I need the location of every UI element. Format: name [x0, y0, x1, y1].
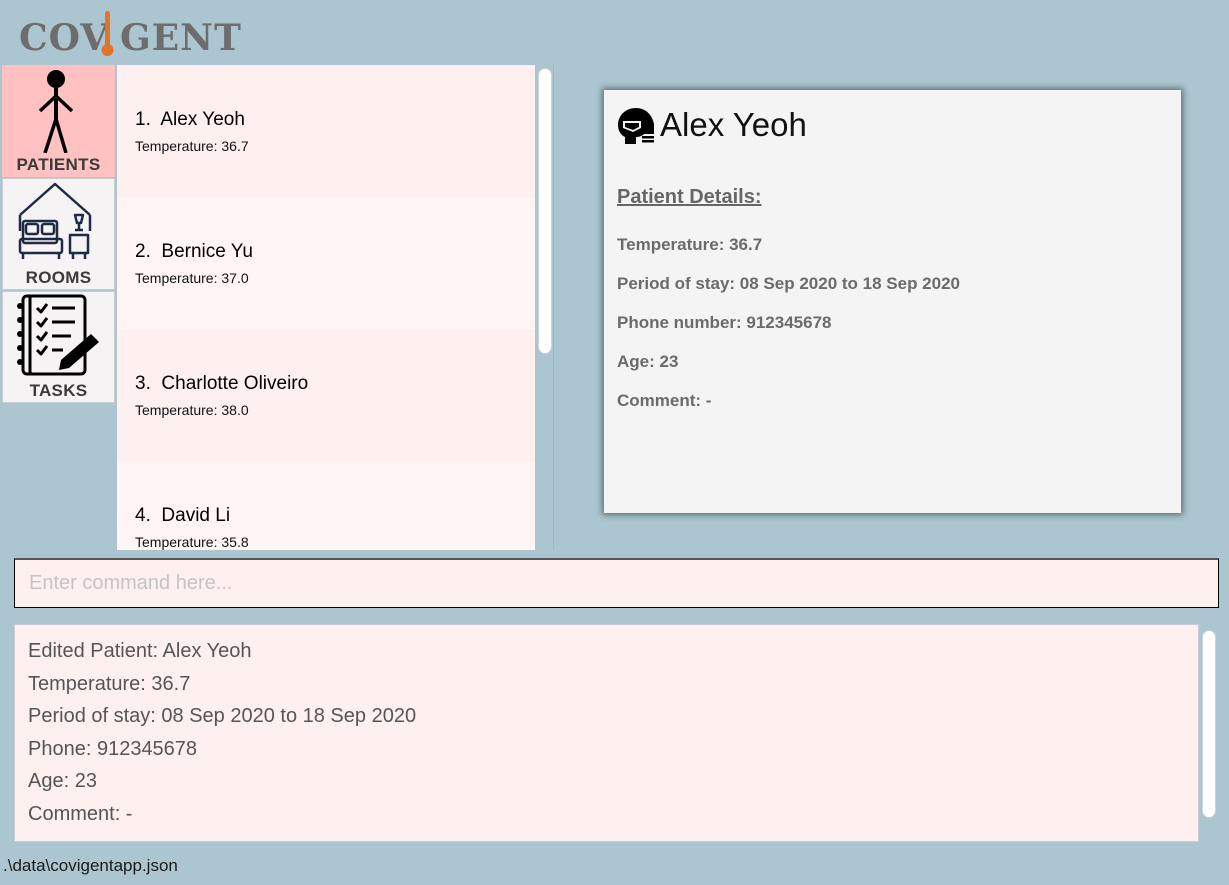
result-line: Age: 23: [28, 770, 97, 792]
thermometer-icon: [101, 11, 114, 56]
detail-heading: Patient Details:: [617, 186, 762, 208]
result-line: Edited Patient: Alex Yeoh: [28, 640, 252, 662]
person-icon: [38, 70, 74, 153]
detail-patient-name: Alex Yeoh: [660, 106, 807, 143]
bed-room-icon: [18, 182, 92, 259]
patient-card[interactable]: 2. Bernice Yu Temperature: 37.0: [117, 197, 535, 329]
patient-temperature: Temperature: 36.7: [135, 138, 249, 154]
detail-comment: Comment: -: [617, 391, 712, 410]
patient-card-name: 1. Alex Yeoh: [135, 109, 245, 131]
patient-name: Charlotte Oliveiro: [161, 373, 309, 394]
status-bar-file-path: .\data\covigentapp.json: [3, 856, 178, 875]
result-display: Edited Patient: Alex Yeoh Temperature: 3…: [14, 624, 1199, 842]
patient-index: 2.: [135, 241, 151, 262]
logo-text-left: COV: [19, 17, 110, 59]
patient-detail-card: Alex Yeoh Patient Details: Temperature: …: [604, 90, 1181, 513]
result-line: Period of stay: 08 Sep 2020 to 18 Sep 20…: [28, 705, 417, 727]
patient-card-name: 3. Charlotte Oliveiro: [135, 373, 308, 395]
result-line: Temperature: 36.7: [28, 672, 191, 695]
patient-list-scrollbar[interactable]: [538, 68, 552, 354]
result-line: Comment: -: [28, 802, 133, 825]
tab-rooms-label: ROOMS: [25, 268, 92, 287]
patient-list[interactable]: 1. Alex Yeoh Temperature: 36.7 2. Bernic…: [117, 65, 535, 550]
result-line: Phone: 912345678: [28, 737, 198, 760]
split-divider[interactable]: [553, 65, 554, 550]
patient-temperature: Temperature: 37.0: [135, 270, 249, 286]
logo-text-right: GENT: [120, 17, 242, 59]
patient-card[interactable]: 3. Charlotte Oliveiro Temperature: 38.0: [117, 329, 535, 461]
app-logo: COV GENT: [19, 8, 242, 59]
patient-name: Alex Yeoh: [160, 109, 245, 130]
patient-index: 4.: [135, 505, 151, 526]
detail-age: Age: 23: [617, 352, 679, 371]
patient-card[interactable]: 4. David Li Temperature: 35.8: [117, 461, 535, 550]
patient-index: 3.: [135, 373, 151, 394]
detail-phone: Phone number: 912345678: [617, 313, 832, 332]
tab-patients[interactable]: PATIENTS: [2, 65, 115, 177]
patient-card[interactable]: 1. Alex Yeoh Temperature: 36.7: [117, 65, 535, 197]
command-input[interactable]: [15, 560, 1218, 607]
command-box: [14, 558, 1219, 608]
patient-index: 1.: [135, 109, 151, 130]
patient-mask-icon: [618, 108, 654, 144]
patient-temperature: Temperature: 35.8: [135, 534, 249, 550]
patient-card-name: 2. Bernice Yu: [135, 241, 253, 263]
detail-temperature: Temperature: 36.7: [617, 235, 763, 254]
patient-name: Bernice Yu: [161, 241, 253, 262]
patient-name: David Li: [161, 505, 231, 526]
tab-rooms[interactable]: ROOMS: [2, 178, 115, 290]
detail-period-of-stay: Period of stay: 08 Sep 2020 to 18 Sep 20…: [617, 274, 960, 293]
patient-card-name: 4. David Li: [135, 505, 230, 527]
task-checklist-icon: [17, 294, 99, 376]
patient-temperature: Temperature: 38.0: [135, 402, 249, 418]
tab-patients-label: PATIENTS: [16, 155, 101, 174]
result-scrollbar[interactable]: [1202, 630, 1216, 818]
tab-tasks-label: TASKS: [29, 381, 88, 400]
tab-tasks[interactable]: TASKS: [2, 291, 115, 403]
